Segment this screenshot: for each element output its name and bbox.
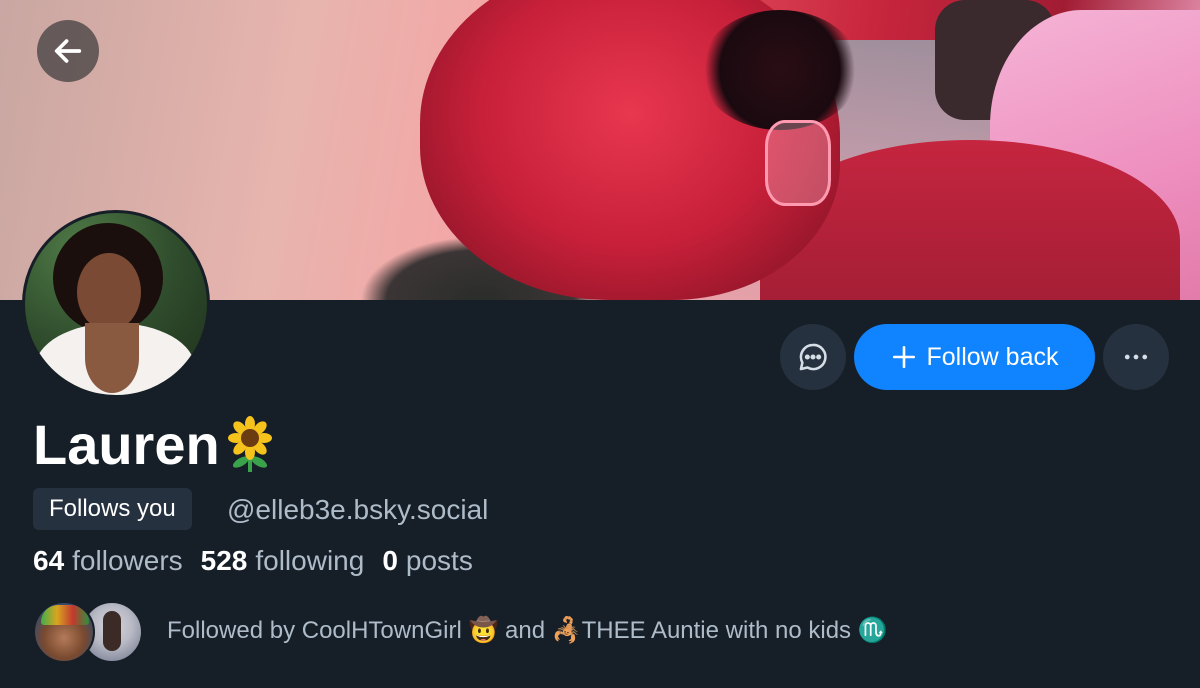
plus-icon xyxy=(891,344,917,370)
follow-back-button[interactable]: Follow back xyxy=(854,324,1095,390)
followers-stat[interactable]: 64 followers xyxy=(33,540,183,582)
message-button[interactable] xyxy=(780,324,846,390)
followers-count: 64 xyxy=(33,545,65,576)
following-count: 528 xyxy=(200,545,248,576)
profile-avatar[interactable] xyxy=(22,210,210,398)
avatar-neck xyxy=(85,323,139,393)
follow-back-label: Follow back xyxy=(926,342,1059,371)
more-options-button[interactable] xyxy=(1103,324,1169,390)
followed-by-text[interactable]: Followed by CoolHTownGirl 🤠 and 🦂THEE Au… xyxy=(167,611,888,651)
known-follower-avatar xyxy=(33,601,95,663)
profile-stats: 64 followers 528 following 0 posts xyxy=(33,540,473,582)
follows-you-label: Follows you xyxy=(49,495,176,522)
banner-earring xyxy=(765,120,831,206)
followers-label: followers xyxy=(72,545,183,576)
sunflower-icon xyxy=(224,416,276,474)
profile-handle[interactable]: @elleb3e.bsky.social xyxy=(227,490,488,530)
known-followers-avatars[interactable] xyxy=(33,601,143,663)
chat-bubble-icon xyxy=(799,343,827,371)
display-name-text: Lauren xyxy=(33,413,220,476)
posts-count: 0 xyxy=(382,545,398,576)
profile-display-name: Lauren xyxy=(33,410,276,480)
follows-you-badge: Follows you xyxy=(33,488,192,530)
avatar-hat xyxy=(41,605,89,625)
posts-stat: 0 posts xyxy=(382,540,473,582)
posts-label: posts xyxy=(405,545,473,576)
back-button[interactable] xyxy=(37,20,99,82)
avatar-face xyxy=(77,253,141,331)
following-label: following xyxy=(255,545,365,576)
avatar-figure xyxy=(103,611,121,651)
following-stat[interactable]: 528 following xyxy=(201,540,365,582)
arrow-left-icon xyxy=(54,39,82,63)
banner-hair xyxy=(700,10,860,130)
more-horizontal-icon xyxy=(1124,354,1148,360)
